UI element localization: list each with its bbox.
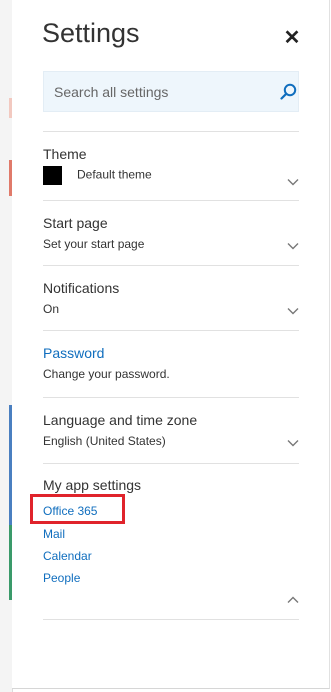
search-box[interactable] xyxy=(43,71,299,112)
setting-title: Start page xyxy=(43,215,108,231)
highlight-box xyxy=(30,494,125,524)
setting-title: Notifications xyxy=(43,280,120,296)
settings-panel: Settings ✕ Theme Default theme Start pag… xyxy=(12,0,330,689)
divider xyxy=(43,200,299,201)
divider xyxy=(43,265,299,266)
setting-title: Language and time zone xyxy=(43,412,198,428)
divider xyxy=(43,131,299,132)
chevron-down-icon[interactable] xyxy=(287,307,299,315)
theme-value-row: Default theme xyxy=(43,166,299,185)
setting-subtitle: On xyxy=(43,302,60,316)
app-link-mail[interactable]: Mail xyxy=(43,527,65,541)
language-setting[interactable]: Language and time zone English (United S… xyxy=(43,412,299,448)
start-page-setting[interactable]: Start page Set your start page xyxy=(43,215,299,251)
setting-title: My app settings xyxy=(43,477,142,493)
setting-subtitle: English (United States) xyxy=(43,434,166,448)
my-app-settings: My app settings xyxy=(43,477,299,493)
theme-value: Default theme xyxy=(77,167,152,182)
panel-title: Settings xyxy=(42,18,140,48)
chevron-up-icon[interactable] xyxy=(287,596,299,604)
search-icon[interactable] xyxy=(280,83,297,100)
chevron-down-icon[interactable] xyxy=(287,439,299,447)
setting-subtitle: Change your password. xyxy=(43,367,170,381)
divider xyxy=(43,463,299,464)
password-setting: Password Change your password. xyxy=(43,345,299,381)
close-icon[interactable]: ✕ xyxy=(284,27,301,49)
divider xyxy=(43,330,299,331)
app-link-people[interactable]: People xyxy=(43,571,80,585)
notifications-setting[interactable]: Notifications On xyxy=(43,280,299,316)
search-input[interactable] xyxy=(54,72,274,111)
close-button[interactable]: ✕ xyxy=(280,26,304,50)
password-link[interactable]: Password xyxy=(43,345,299,361)
divider xyxy=(43,619,299,620)
theme-setting[interactable]: Theme Default theme xyxy=(43,146,299,186)
setting-subtitle: Set your start page xyxy=(43,237,145,251)
divider xyxy=(43,397,299,398)
app-link-calendar[interactable]: Calendar xyxy=(43,549,92,563)
setting-title: Theme xyxy=(43,146,87,162)
theme-swatch xyxy=(43,166,62,185)
chevron-down-icon[interactable] xyxy=(287,178,299,186)
chevron-down-icon[interactable] xyxy=(287,242,299,250)
